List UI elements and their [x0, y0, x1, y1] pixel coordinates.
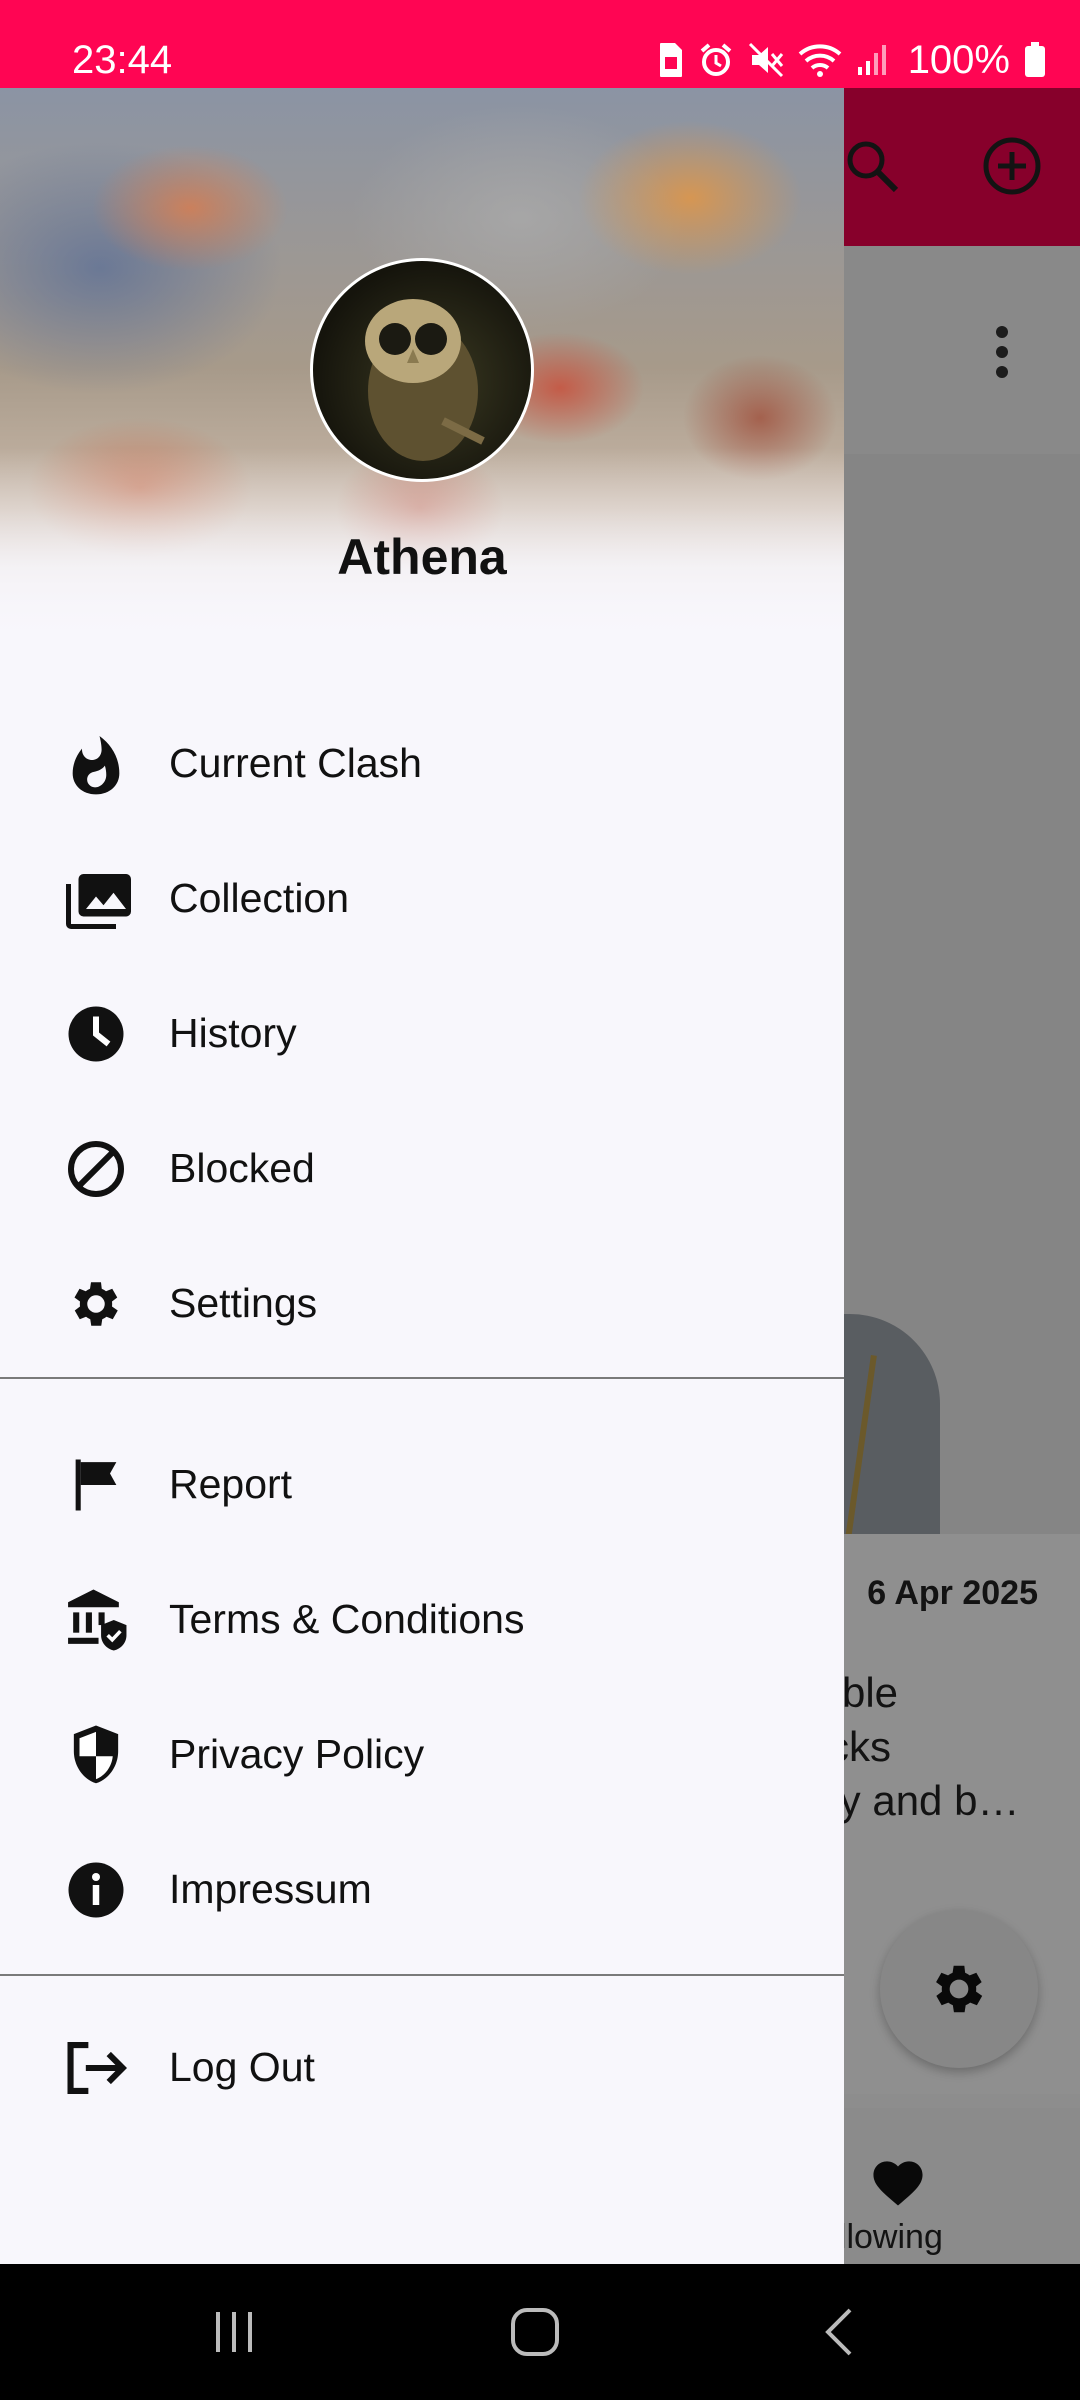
battery-icon [1025, 42, 1045, 77]
mute-icon [748, 42, 783, 78]
logout-icon [60, 2032, 132, 2104]
menu-item-impressum[interactable]: Impressum [0, 1822, 844, 1957]
navigation-drawer: Athena Current Clash Collection History [0, 88, 844, 2264]
menu-label: Current Clash [169, 740, 422, 786]
fire-icon [60, 728, 132, 800]
back-button[interactable] [800, 2300, 880, 2364]
menu-item-current-clash[interactable]: Current Clash [0, 696, 844, 831]
alarm-icon [700, 43, 731, 76]
recent-apps-icon [216, 2312, 252, 2352]
drawer-header: Athena [0, 88, 844, 648]
wifi-icon [798, 44, 842, 77]
menu-item-history[interactable]: History [0, 966, 844, 1101]
collection-icon [60, 863, 132, 935]
system-nav-bar [0, 2264, 1080, 2400]
sim-card-icon [659, 43, 682, 77]
gear-icon [60, 1268, 132, 1340]
clock-icon [60, 998, 132, 1070]
menu-label: Report [169, 1461, 293, 1507]
menu-label: Impressum [169, 1866, 372, 1912]
status-bar: 23:44 100% [0, 0, 1080, 88]
menu-item-terms[interactable]: Terms & Conditions [0, 1552, 844, 1687]
owl-image [365, 299, 485, 461]
signal-icon [857, 45, 886, 75]
status-icons: 100% [658, 34, 1046, 86]
back-icon [825, 2308, 852, 2356]
shield-icon [60, 1719, 132, 1791]
battery-percent: 100% [907, 38, 1010, 82]
block-icon [60, 1133, 132, 1205]
menu-label: Log Out [169, 2044, 315, 2090]
menu-label: Privacy Policy [169, 1731, 425, 1777]
info-icon [60, 1854, 132, 1926]
institution-icon [60, 1584, 132, 1656]
menu-item-collection[interactable]: Collection [0, 831, 844, 966]
flag-icon [60, 1449, 132, 1521]
home-icon [511, 2308, 559, 2356]
menu-item-settings[interactable]: Settings [0, 1236, 844, 1371]
menu-label: Terms & Conditions [169, 1596, 525, 1642]
menu-item-logout[interactable]: Log Out [0, 2000, 844, 2135]
home-button[interactable] [495, 2300, 575, 2364]
menu-item-privacy[interactable]: Privacy Policy [0, 1687, 844, 1822]
recent-apps-button[interactable] [194, 2300, 274, 2364]
menu-label: History [169, 1010, 297, 1056]
menu-item-blocked[interactable]: Blocked [0, 1101, 844, 1236]
menu-label: Settings [169, 1280, 318, 1326]
menu-label: Collection [169, 875, 350, 921]
menu-label: Blocked [169, 1145, 315, 1191]
user-name: Athena [337, 529, 507, 585]
status-time: 23:44 [72, 38, 173, 82]
avatar[interactable] [310, 258, 534, 482]
drawer-menu: Current Clash Collection History Blocked… [0, 696, 844, 2135]
menu-item-report[interactable]: Report [0, 1417, 844, 1552]
